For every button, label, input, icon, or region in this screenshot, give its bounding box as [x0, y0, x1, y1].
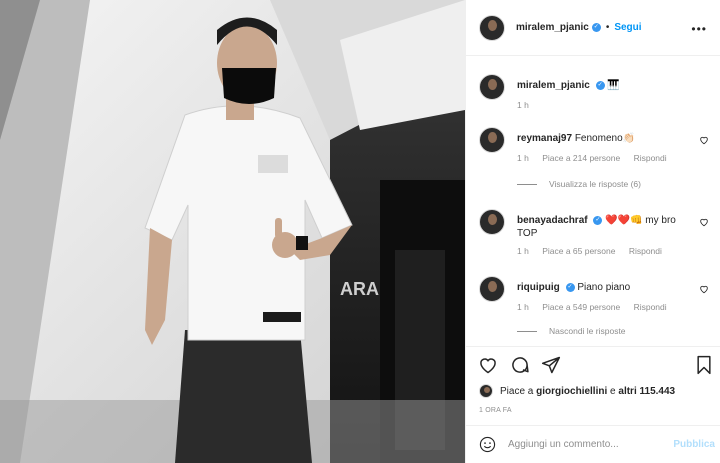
- likes-suffix: e: [607, 385, 619, 397]
- more-options-icon[interactable]: •••: [691, 22, 707, 36]
- reply-button[interactable]: Rispondi: [629, 246, 662, 256]
- comment-bubble-icon[interactable]: [510, 355, 530, 375]
- verified-badge-icon: ✓: [593, 215, 603, 225]
- likes-user[interactable]: giorgiochiellini: [536, 386, 607, 397]
- comment-username[interactable]: riquipuig: [517, 282, 560, 293]
- comment-like-heart-icon[interactable]: [699, 217, 709, 227]
- hide-replies-toggle[interactable]: Nascondi le risposte: [517, 326, 626, 336]
- save-bookmark-icon[interactable]: [694, 355, 714, 375]
- comment-avatar[interactable]: [479, 209, 505, 235]
- comment-likes-count[interactable]: Piace a 65 persone: [542, 246, 615, 256]
- post-photo[interactable]: ARA: [0, 0, 465, 463]
- caption-avatar[interactable]: [479, 74, 505, 100]
- comment-time: 1 h: [517, 302, 529, 312]
- comment-body: Fenomeno👏🏻: [574, 133, 636, 144]
- likes-summary: Piace a giorgiochiellini e altri 115.443: [479, 384, 675, 398]
- comment-meta: 1 h Piace a 549 persone Rispondi: [517, 302, 678, 312]
- publish-button[interactable]: Pubblica: [673, 439, 715, 450]
- reply-button[interactable]: Rispondi: [634, 153, 667, 163]
- add-comment-bar: Aggiungi un commento... Pubblica: [466, 425, 720, 463]
- verified-badge-icon: ✓: [595, 80, 605, 90]
- comments-list: miralem_pjanic ✓ 🎹 1 h reymanaj97 Fenome…: [466, 57, 720, 347]
- separator-dot: •: [605, 22, 610, 33]
- caption-body: 🎹: [607, 80, 620, 91]
- comment-username[interactable]: benayadachraf: [517, 215, 588, 226]
- share-paper-plane-icon[interactable]: [541, 355, 561, 375]
- comment-input[interactable]: Aggiungi un commento...: [508, 439, 673, 450]
- follow-button[interactable]: Segui: [614, 22, 641, 33]
- comment-avatar[interactable]: [479, 127, 505, 153]
- comment-text: benayadachraf ✓ ❤️❤️👊 my bro TOP: [517, 214, 687, 240]
- comment-meta: 1 h Piace a 214 persone Rispondi: [517, 153, 678, 163]
- author-avatar[interactable]: [479, 14, 505, 41]
- instagram-post: ARA miralem_pjanic ✓ • Segui ••• miralem…: [0, 0, 720, 463]
- comment-meta: 1 h Piace a 65 persone Rispondi: [517, 246, 673, 256]
- likes-text: Piace a giorgiochiellini e altri 115.443: [500, 386, 675, 397]
- view-replies-toggle[interactable]: Visualizza le risposte (6): [517, 179, 641, 189]
- author-username[interactable]: miralem_pjanic: [516, 22, 589, 33]
- comment-avatar[interactable]: [479, 276, 505, 302]
- caption-meta: 1 h: [517, 100, 540, 110]
- emoji-icon[interactable]: [479, 436, 496, 453]
- post-header: miralem_pjanic ✓ • Segui •••: [466, 0, 720, 56]
- comment-time: 1 h: [517, 246, 529, 256]
- caption-text: miralem_pjanic ✓ 🎹: [517, 79, 687, 92]
- liker-avatar[interactable]: [479, 384, 493, 398]
- comment-text: reymanaj97 Fenomeno👏🏻: [517, 132, 687, 145]
- comment-body: Piano piano: [577, 282, 631, 293]
- post-side-panel: miralem_pjanic ✓ • Segui ••• miralem_pja…: [465, 0, 720, 463]
- likes-prefix: Piace a: [500, 385, 537, 397]
- svg-text:ARA: ARA: [340, 279, 379, 299]
- likes-others[interactable]: altri 115.443: [618, 386, 675, 397]
- reply-button[interactable]: Rispondi: [634, 302, 667, 312]
- like-heart-icon[interactable]: [478, 355, 498, 375]
- comment-like-heart-icon[interactable]: [699, 135, 709, 145]
- comment-likes-count[interactable]: Piace a 549 persone: [542, 302, 620, 312]
- comment-text: riquipuig ✓ Piano piano: [517, 281, 687, 294]
- caption-username[interactable]: miralem_pjanic: [517, 80, 590, 91]
- caption-time: 1 h: [517, 100, 529, 110]
- verified-badge-icon: ✓: [591, 23, 601, 32]
- comment-like-heart-icon[interactable]: [699, 284, 709, 294]
- photo-image: ARA: [0, 0, 465, 463]
- comment-time: 1 h: [517, 153, 529, 163]
- post-timestamp[interactable]: 1 ORA FA: [479, 407, 512, 414]
- verified-badge-icon: ✓: [565, 282, 575, 292]
- comment-likes-count[interactable]: Piace a 214 persone: [542, 153, 620, 163]
- comment-username[interactable]: reymanaj97: [517, 133, 572, 144]
